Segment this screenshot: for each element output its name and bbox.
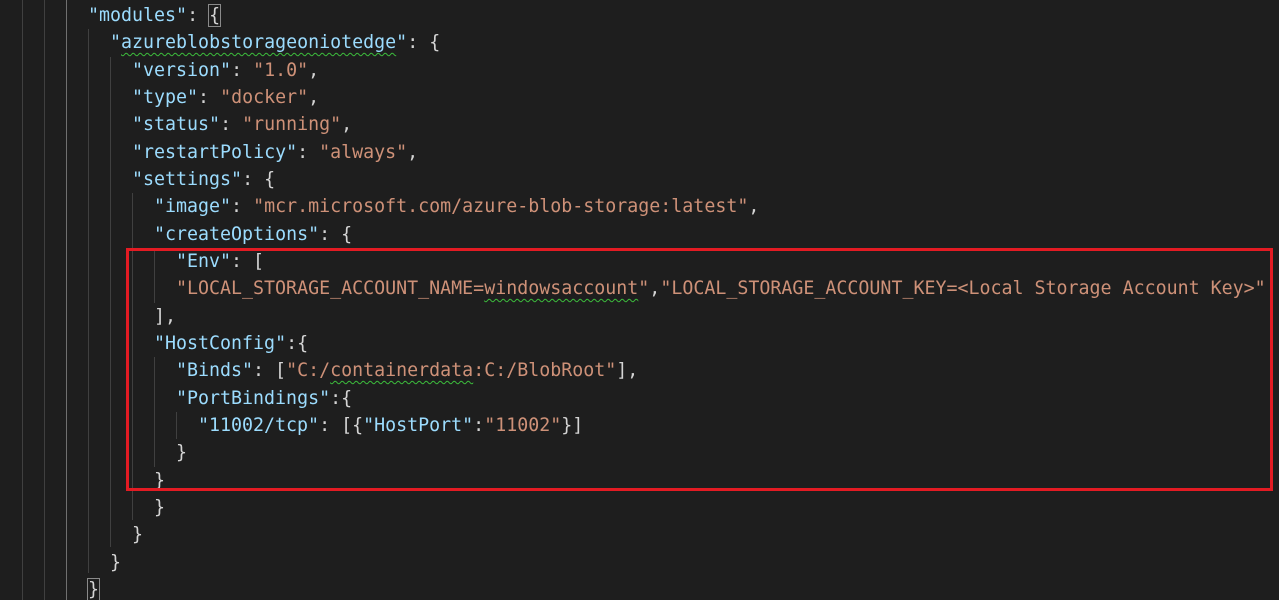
indent-guide [154,357,155,467]
json-punctuation: : [231,196,254,217]
json-key: "Env" [176,251,232,272]
json-punctuation: } [154,470,166,491]
json-key: "modules" [88,5,188,26]
json-key: " [396,32,408,53]
json-punctuation: : [{ [319,415,364,436]
code-line[interactable]: } [176,439,187,466]
json-key: "HostConfig" [154,333,287,354]
json-punctuation: :{ [330,388,353,409]
json-string: "1.0" [253,60,309,81]
code-line[interactable]: "restartPolicy": "always", [132,139,418,166]
code-line[interactable]: } [110,549,121,576]
json-punctuation: :{ [286,333,309,354]
json-string: "LOCAL_STORAGE_ACCOUNT_NAME= [176,278,485,299]
json-key: "type" [132,87,199,108]
json-punctuation: , [649,278,661,299]
indent-guide [22,0,23,600]
code-line[interactable]: "HostConfig":{ [154,330,308,357]
json-punctuation: : [187,5,210,26]
spellcheck-word: windowsaccount [484,278,639,299]
code-line[interactable]: "Env": [ [176,248,264,275]
code-line[interactable]: "azureblobstorageoniotedge": { [110,29,440,56]
json-string: "docker" [220,87,309,108]
indent-guide [88,29,89,573]
json-punctuation: : { [407,32,441,53]
indent-guide [132,193,133,520]
json-key: "status" [132,114,221,135]
json-punctuation: }] [561,415,584,436]
code-line[interactable]: } [132,521,143,548]
json-key: " [110,32,122,53]
json-string: "C:/ [286,360,331,381]
json-punctuation: , [748,196,760,217]
json-string: " [638,278,650,299]
code-line[interactable]: "image": "mcr.microsoft.com/azure-blob-s… [154,193,759,220]
json-punctuation: , [308,60,320,81]
json-punctuation: ], [616,360,639,381]
indent-guide [110,57,111,547]
json-punctuation: : { [319,224,353,245]
code-line[interactable]: } [86,576,101,600]
json-key: "settings" [132,169,243,190]
json-key: "image" [154,196,232,217]
spellcheck-word: azureblobstorageoniotedge [121,32,397,53]
json-punctuation: : [220,114,243,135]
json-string: "always" [319,142,408,163]
json-punctuation: } [110,552,122,573]
code-line[interactable]: "LOCAL_STORAGE_ACCOUNT_NAME=windowsaccou… [176,275,1266,302]
json-punctuation: } [154,497,166,518]
matched-bracket: } [86,578,101,600]
json-punctuation: : [231,60,254,81]
json-punctuation: : { [242,169,276,190]
json-key: "Binds" [176,360,254,381]
json-string: :C:/BlobRoot" [473,360,617,381]
code-line[interactable]: "version": "1.0", [132,57,319,84]
json-punctuation: : [ [253,360,287,381]
json-punctuation: , [308,87,320,108]
json-key: "11002/tcp" [198,415,320,436]
code-line[interactable]: "status": "running", [132,111,352,138]
code-line[interactable]: "Binds": ["C:/containerdata:C:/BlobRoot"… [176,357,638,384]
json-punctuation: ], [154,306,177,327]
json-punctuation: } [132,524,144,545]
json-punctuation: : [473,415,485,436]
matched-bracket: { [208,4,222,27]
json-punctuation: : [198,87,221,108]
code-line[interactable]: } [154,467,165,494]
json-string: "mcr.microsoft.com/azure-blob-storage:la… [253,196,749,217]
code-line[interactable]: "type": "docker", [132,84,319,111]
indent-guide [66,0,67,600]
indent-guide [154,248,155,303]
json-key: "restartPolicy" [132,142,298,163]
code-line[interactable]: "settings": { [132,166,275,193]
json-key: "HostPort" [363,415,474,436]
json-string: "11002" [484,415,562,436]
json-punctuation: } [176,442,188,463]
json-punctuation: , [341,114,353,135]
json-string: "running" [242,114,342,135]
json-string: "LOCAL_STORAGE_ACCOUNT_KEY=<Local Storag… [660,278,1266,299]
code-line[interactable]: "createOptions": { [154,221,352,248]
indent-guide [176,412,177,439]
json-punctuation: , [407,142,419,163]
code-line[interactable]: ], [154,303,176,330]
code-line[interactable]: } [154,494,165,521]
code-line[interactable]: "PortBindings":{ [176,385,352,412]
json-punctuation: : [297,142,320,163]
json-key: "createOptions" [154,224,320,245]
spellcheck-word: containerdata [330,360,474,381]
indent-guide [44,0,45,600]
json-punctuation: : [ [231,251,265,272]
code-line[interactable]: "modules": { [88,2,222,29]
json-key: "PortBindings" [176,388,331,409]
json-key: "version" [132,60,232,81]
code-line[interactable]: "11002/tcp": [{"HostPort":"11002"}] [198,412,583,439]
code-editor[interactable]: "modules": { "azureblobstorageoniotedge"… [0,0,1279,600]
